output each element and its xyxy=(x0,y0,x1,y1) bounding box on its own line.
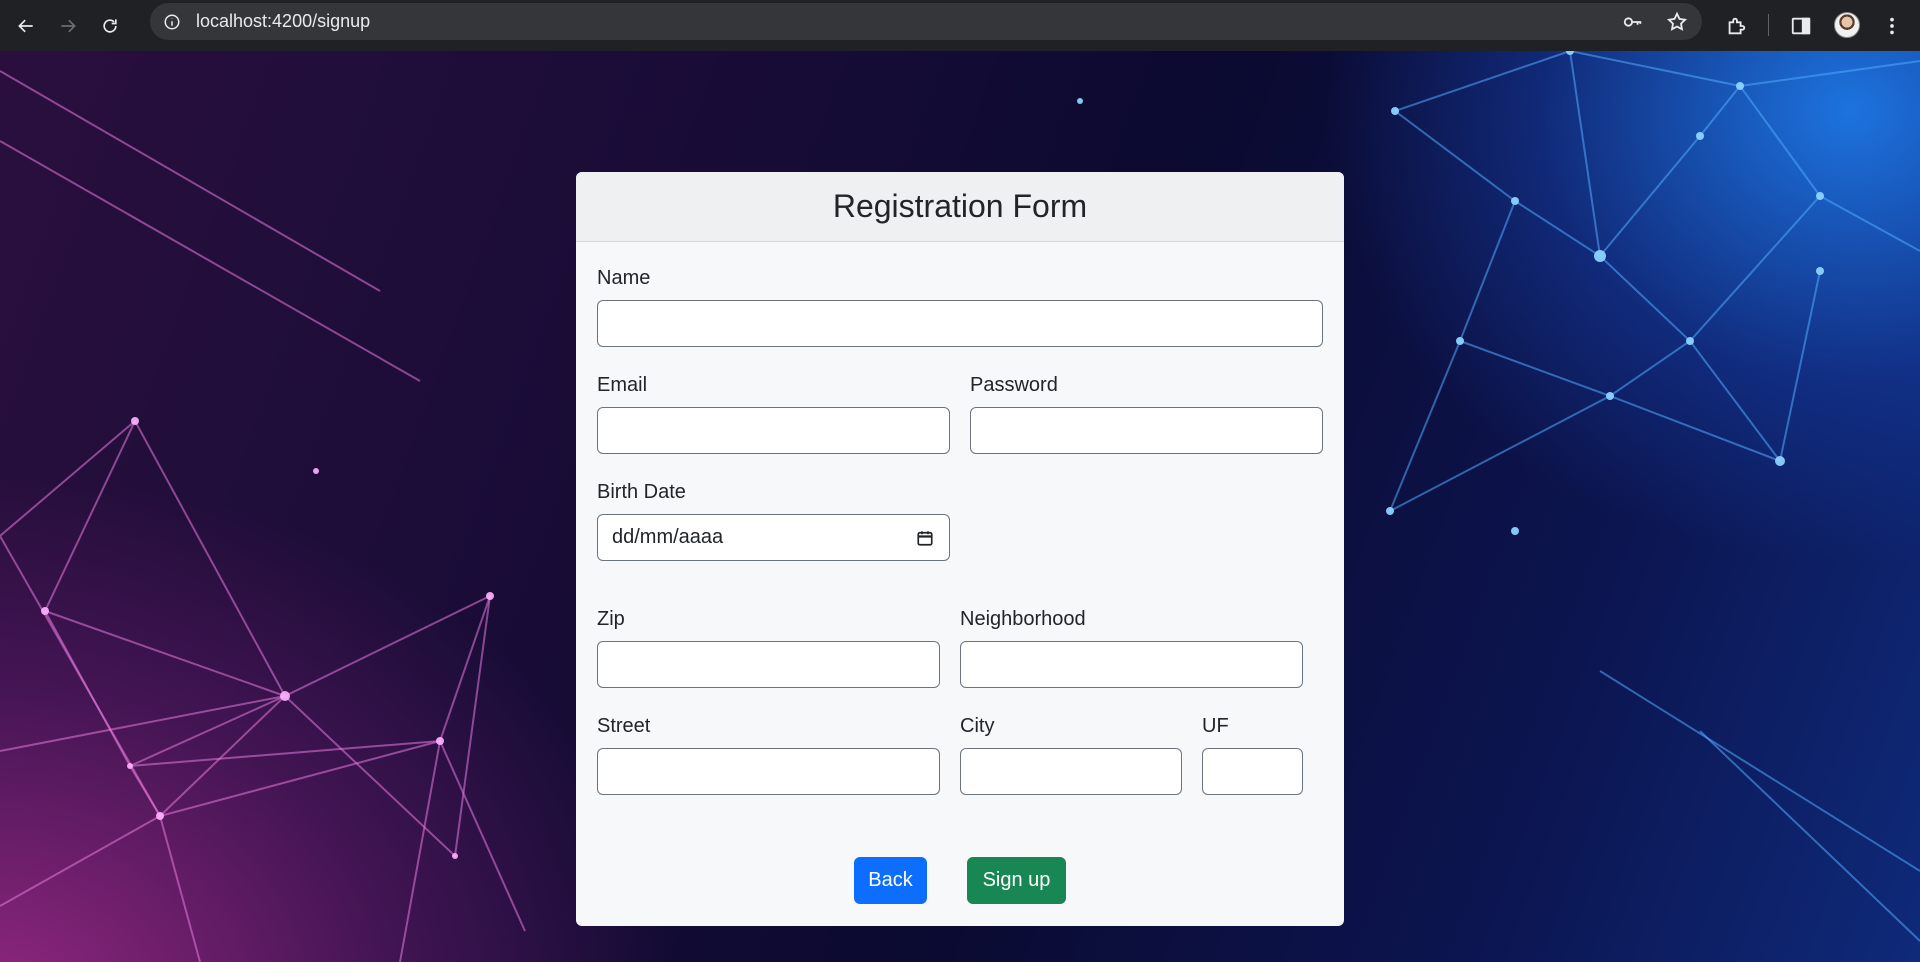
bookmark-star-icon[interactable] xyxy=(1666,11,1688,33)
password-key-icon[interactable] xyxy=(1622,11,1644,33)
city-label: City xyxy=(960,715,995,737)
site-info-icon[interactable] xyxy=(162,12,182,32)
password-label: Password xyxy=(970,374,1058,396)
email-label: Email xyxy=(597,374,648,396)
sign-up-button[interactable]: Sign up xyxy=(967,857,1066,904)
neighborhood-label: Neighborhood xyxy=(960,608,1086,630)
profile-avatar[interactable] xyxy=(1834,12,1860,38)
browser-toolbar: localhost:4200/signup xyxy=(0,0,1920,51)
side-panel-icon[interactable] xyxy=(1789,14,1813,38)
city-input[interactable] xyxy=(960,748,1182,795)
neighborhood-input[interactable] xyxy=(960,641,1303,688)
back-arrow-icon[interactable] xyxy=(10,10,42,42)
uf-label: UF xyxy=(1202,715,1229,737)
uf-input[interactable] xyxy=(1202,748,1303,795)
extensions-icon[interactable] xyxy=(1724,14,1748,38)
password-input[interactable] xyxy=(970,407,1323,454)
name-label: Name xyxy=(597,267,651,289)
birth-date-label: Birth Date xyxy=(597,481,686,503)
form-title: Registration Form xyxy=(832,188,1088,224)
address-bar[interactable]: localhost:4200/signup xyxy=(150,3,1702,40)
reload-icon[interactable] xyxy=(94,10,126,42)
name-input[interactable] xyxy=(597,300,1323,347)
page-background: Registration Form Name Email Password Bi… xyxy=(0,51,1920,962)
calendar-icon[interactable] xyxy=(915,528,935,548)
email-input[interactable] xyxy=(597,407,950,454)
back-button[interactable]: Back xyxy=(854,857,927,904)
birth-date-placeholder: dd/mm/aaaa xyxy=(612,526,724,548)
birth-date-input[interactable]: dd/mm/aaaa xyxy=(597,514,950,561)
street-input[interactable] xyxy=(597,748,940,795)
street-label: Street xyxy=(597,715,651,737)
card-header: Registration Form xyxy=(576,172,1344,242)
menu-dots-icon[interactable] xyxy=(1880,14,1904,38)
forward-arrow-icon[interactable] xyxy=(52,10,84,42)
url-text[interactable]: localhost:4200/signup xyxy=(196,11,370,32)
toolbar-divider xyxy=(1768,14,1769,36)
registration-card: Registration Form Name Email Password Bi… xyxy=(576,172,1344,926)
zip-label: Zip xyxy=(597,608,625,630)
zip-input[interactable] xyxy=(597,641,940,688)
